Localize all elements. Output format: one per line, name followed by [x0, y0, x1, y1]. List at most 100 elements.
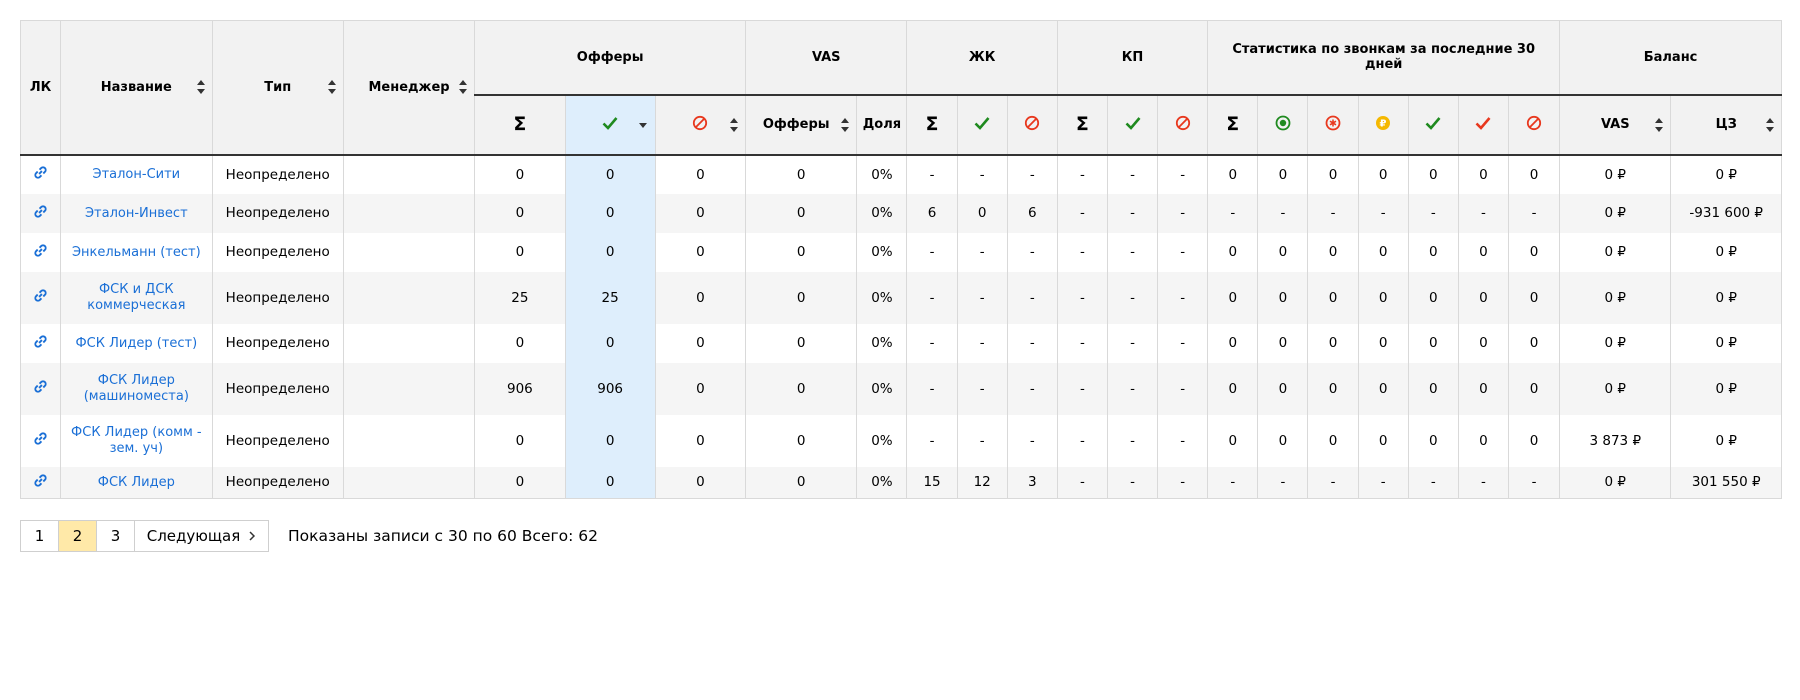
calls-cell: 0 — [1207, 271, 1259, 324]
calls-cell: 0 — [1207, 414, 1259, 467]
plus-circle-icon — [1275, 115, 1291, 135]
offers-active-cell: 0 — [564, 193, 656, 233]
link-icon[interactable] — [33, 334, 48, 353]
ban-icon — [692, 115, 708, 135]
calls-cell: 0 — [1257, 271, 1309, 324]
account-link-cell[interactable] — [19, 466, 62, 499]
group-balance: Баланс — [1559, 20, 1782, 96]
ruble-circle-icon: ₽ — [1375, 115, 1391, 135]
account-name-cell[interactable]: ФСК Лидер (тест) — [60, 323, 213, 363]
col-zhk-active — [956, 94, 1008, 156]
group-zhk: ЖК — [906, 20, 1058, 96]
account-link-cell[interactable] — [19, 271, 62, 324]
offers-active-cell: 0 — [564, 154, 656, 194]
offers-blocked-cell: 0 — [654, 414, 747, 467]
balance-cz-cell: 0 ₽ — [1670, 271, 1782, 324]
account-name-link[interactable]: Эталон-Сити — [93, 167, 181, 183]
account-name-cell[interactable]: ФСК Лидер (комм - зем. уч) — [60, 414, 213, 467]
offers-active-cell: 0 — [564, 323, 656, 363]
calls-cell: 0 — [1457, 232, 1509, 272]
account-name-cell[interactable]: Энкельманн (тест) — [60, 232, 213, 272]
account-name-link[interactable]: Эталон-Инвест — [85, 206, 188, 222]
sort-icon[interactable] — [459, 80, 468, 95]
sort-icon[interactable] — [1766, 117, 1774, 132]
sort-icon[interactable] — [327, 80, 336, 95]
kp-active-cell: - — [1106, 271, 1159, 324]
account-name-link[interactable]: ФСК Лидер (машиноместа) — [65, 373, 207, 405]
calls-cell: 0 — [1507, 414, 1561, 467]
account-name-link[interactable]: Энкельманн (тест) — [72, 245, 201, 261]
link-icon[interactable] — [33, 379, 48, 398]
col-vas-offers[interactable]: Офферы — [745, 94, 858, 156]
account-name-cell[interactable]: Эталон-Инвест — [60, 193, 213, 233]
manager-cell — [342, 323, 476, 363]
col-offers-total[interactable]: Σ — [474, 94, 566, 156]
zhk-total-cell: 6 — [906, 193, 958, 233]
account-link-cell[interactable] — [19, 154, 62, 194]
balance-vas-cell: 0 ₽ — [1559, 323, 1672, 363]
page-2-button[interactable]: 2 — [58, 520, 97, 552]
manager-cell — [342, 271, 476, 324]
type-cell: Неопределено — [211, 323, 344, 363]
svg-text:₽: ₽ — [1380, 118, 1387, 129]
calls-cell: 0 — [1257, 232, 1309, 272]
calls-cell: 0 — [1307, 362, 1359, 415]
vas-share-cell: 0% — [856, 414, 908, 467]
sort-icon[interactable] — [841, 117, 850, 132]
col-offers-blocked[interactable] — [654, 94, 747, 156]
calls-cell: 0 — [1357, 362, 1409, 415]
calls-cell: - — [1307, 193, 1359, 233]
col-offers-active[interactable] — [564, 94, 656, 156]
col-name[interactable]: Название — [60, 20, 213, 156]
col-balance-cz[interactable]: ЦЗ — [1670, 94, 1782, 156]
zhk-blocked-cell: 6 — [1006, 193, 1058, 233]
sort-desc-icon[interactable] — [638, 122, 647, 128]
accounts-table: ЛК Название Тип Менеджер Офферы VAS ЖК К… — [19, 20, 1782, 499]
col-manager[interactable]: Менеджер — [342, 20, 476, 156]
account-name-cell[interactable]: ФСК Лидер (машиноместа) — [60, 362, 213, 415]
type-cell: Неопределено — [211, 193, 344, 233]
link-icon[interactable] — [33, 473, 48, 492]
sort-icon[interactable] — [730, 117, 739, 132]
account-name-cell[interactable]: Эталон-Сити — [60, 154, 213, 194]
link-icon[interactable] — [33, 165, 48, 184]
balance-cz-cell: 0 ₽ — [1670, 232, 1782, 272]
vas-share-cell: 0% — [856, 323, 908, 363]
calls-cell: 0 — [1307, 414, 1359, 467]
account-link-cell[interactable] — [19, 323, 62, 363]
col-balance-vas[interactable]: VAS — [1559, 94, 1672, 156]
calls-cell: 0 — [1507, 154, 1561, 194]
account-name-cell[interactable]: ФСК Лидер — [60, 466, 213, 499]
account-name-link[interactable]: ФСК Лидер (комм - зем. уч) — [65, 425, 207, 457]
link-icon[interactable] — [33, 204, 48, 223]
account-link-cell[interactable] — [19, 193, 62, 233]
page-1-button[interactable]: 1 — [20, 520, 59, 552]
offers-total-cell: 0 — [474, 193, 566, 233]
calls-cell: - — [1457, 466, 1509, 499]
sort-icon[interactable] — [1655, 117, 1664, 132]
col-type[interactable]: Тип — [211, 20, 344, 156]
offers-blocked-cell: 0 — [654, 232, 747, 272]
zhk-active-cell: - — [956, 362, 1008, 415]
page-3-button[interactable]: 3 — [96, 520, 135, 552]
account-link-cell[interactable] — [19, 232, 62, 272]
account-name-link[interactable]: ФСК и ДСК коммерческая — [65, 282, 207, 314]
calls-cell: 0 — [1207, 154, 1259, 194]
kp-blocked-cell: - — [1157, 193, 1209, 233]
account-name-cell[interactable]: ФСК и ДСК коммерческая — [60, 271, 213, 324]
next-page-button[interactable]: Следующая — [134, 520, 269, 552]
account-link-cell[interactable] — [19, 414, 62, 467]
kp-total-cell: - — [1056, 466, 1108, 499]
calls-cell: 0 — [1357, 323, 1409, 363]
table-row: ФСК Лидер (машиноместа) Неопределено 906… — [19, 362, 1782, 415]
link-icon[interactable] — [33, 288, 48, 307]
account-name-link[interactable]: ФСК Лидер — [98, 475, 175, 491]
link-icon[interactable] — [33, 243, 48, 262]
table-row: ФСК Лидер Неопределено 0 0 0 0 0% 15 12 … — [19, 466, 1782, 499]
sort-icon[interactable] — [196, 80, 205, 95]
chevron-right-icon — [248, 527, 256, 545]
zhk-blocked-cell: - — [1006, 232, 1058, 272]
account-link-cell[interactable] — [19, 362, 62, 415]
link-icon[interactable] — [33, 431, 48, 450]
account-name-link[interactable]: ФСК Лидер (тест) — [75, 336, 197, 352]
